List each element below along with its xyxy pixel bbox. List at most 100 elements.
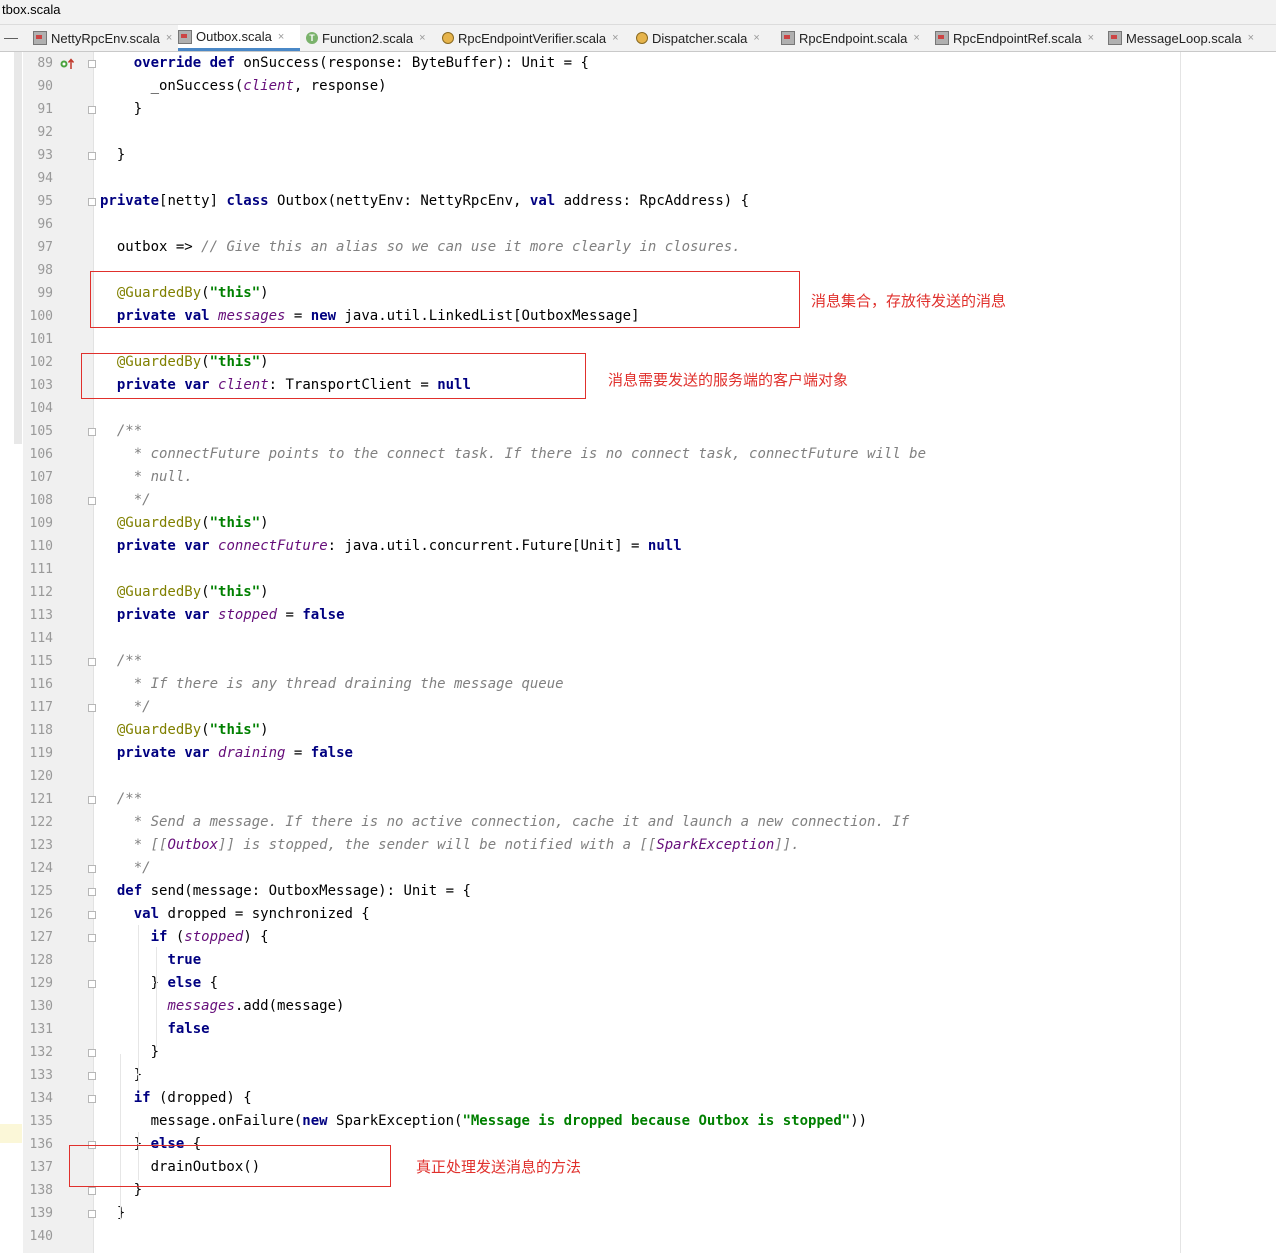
code-line: private var draining = false — [100, 742, 353, 765]
line-number: 138 — [29, 1183, 53, 1198]
code-token: ( — [167, 929, 185, 945]
fold-marker-icon[interactable] — [88, 1049, 96, 1057]
scala-file-icon — [1108, 31, 1122, 45]
line-number: 115 — [29, 654, 53, 669]
code-token: ) — [260, 584, 269, 600]
close-icon[interactable]: × — [753, 32, 759, 44]
fold-marker-icon[interactable] — [88, 888, 96, 896]
line-number: 137 — [29, 1160, 53, 1175]
line-number: 112 — [29, 585, 53, 600]
fold-marker-icon[interactable] — [88, 1210, 96, 1218]
fold-marker-icon[interactable] — [88, 934, 96, 942]
tab-nettyrpcenv[interactable]: NettyRpcEnv.scala × — [33, 25, 175, 51]
tab-label: Function2.scala — [322, 30, 414, 46]
tab-dispatcher[interactable]: Dispatcher.scala × — [636, 25, 774, 51]
close-icon[interactable]: × — [166, 32, 172, 44]
override-gutter-icon[interactable] — [60, 58, 74, 70]
fold-marker-icon[interactable] — [88, 796, 96, 804]
fold-marker-icon[interactable] — [88, 497, 96, 505]
collapse-icon[interactable]: — — [4, 29, 18, 45]
tab-rpcendpoint[interactable]: RpcEndpoint.scala × — [781, 25, 929, 51]
line-number: 127 — [29, 930, 53, 945]
indent-guide — [138, 925, 139, 1090]
close-icon[interactable]: × — [1248, 32, 1254, 44]
right-margin-guide — [1180, 52, 1181, 1253]
code-token: */ — [116, 699, 151, 715]
scala-file-icon — [33, 31, 47, 45]
code-token: private — [100, 193, 160, 209]
fold-marker-icon[interactable] — [88, 911, 96, 919]
line-number: 122 — [29, 815, 53, 830]
scala-file-icon — [935, 31, 949, 45]
scroll-indicator[interactable] — [14, 52, 22, 444]
code-token: : java.util.concurrent.Future[Unit] = — [327, 538, 648, 554]
line-number: 96 — [37, 217, 53, 232]
fold-marker-icon[interactable] — [88, 1095, 96, 1103]
code-token: stopped — [218, 607, 278, 623]
code-line: message.onFailure(new SparkException("Me… — [100, 1110, 867, 1133]
tab-messageloop[interactable]: MessageLoop.scala × — [1108, 25, 1258, 51]
tab-outbox[interactable]: Outbox.scala × — [178, 25, 300, 51]
fold-marker-icon[interactable] — [88, 198, 96, 206]
fold-marker-icon[interactable] — [88, 1187, 96, 1195]
line-number: 89 — [37, 56, 53, 71]
tab-function2[interactable]: T Function2.scala × — [306, 25, 436, 51]
code-token: , response) — [293, 78, 387, 94]
code-token: * [[ — [116, 837, 168, 853]
fold-marker-icon[interactable] — [88, 1072, 96, 1080]
code-token: var — [184, 745, 210, 761]
fold-marker-icon[interactable] — [88, 980, 96, 988]
code-line: } — [100, 144, 125, 167]
fold-marker-icon[interactable] — [88, 152, 96, 160]
code-token: else — [167, 975, 202, 991]
close-icon[interactable]: × — [278, 31, 284, 43]
close-icon[interactable]: × — [612, 32, 618, 44]
code-token: */ — [116, 492, 151, 508]
fold-marker-icon[interactable] — [88, 60, 96, 68]
close-icon[interactable]: × — [913, 32, 919, 44]
code-editor[interactable] — [94, 52, 1276, 1253]
close-icon[interactable]: × — [419, 32, 425, 44]
code-token: "this" — [209, 722, 261, 738]
code-token: null — [647, 538, 682, 554]
highlight-client-box — [81, 353, 586, 399]
code-token: ) — [260, 515, 269, 531]
fold-marker-icon[interactable] — [88, 704, 96, 712]
fold-marker-icon[interactable] — [88, 658, 96, 666]
close-icon[interactable]: × — [1088, 32, 1094, 44]
code-token: } — [100, 101, 143, 117]
fold-marker-icon[interactable] — [88, 428, 96, 436]
code-token: /** — [116, 653, 143, 669]
code-token: * null. — [116, 469, 193, 485]
line-number: 129 — [29, 976, 53, 991]
line-number: 102 — [29, 355, 53, 370]
code-token: * Send a message. If there is no active … — [116, 814, 910, 830]
line-number: 139 — [29, 1206, 53, 1221]
fold-marker-icon[interactable] — [88, 865, 96, 873]
code-line: } — [100, 1202, 125, 1225]
line-number: 136 — [29, 1137, 53, 1152]
tab-rpcendpointref[interactable]: RpcEndpointRef.scala × — [935, 25, 1103, 51]
code-line: true — [100, 949, 201, 972]
tab-label: Outbox.scala — [196, 29, 272, 44]
code-line: * [[Outbox]] is stopped, the sender will… — [100, 834, 800, 857]
fold-marker-icon[interactable] — [88, 106, 96, 114]
code-token: address: RpcAddress) { — [555, 193, 750, 209]
code-token: var — [184, 538, 210, 554]
line-number: 124 — [29, 861, 53, 876]
line-number: 123 — [29, 838, 53, 853]
tab-rpcendpointverifier[interactable]: RpcEndpointVerifier.scala × — [442, 25, 630, 51]
line-number: 91 — [37, 102, 53, 117]
scala-file-icon — [178, 29, 192, 44]
code-line: } — [100, 98, 142, 121]
